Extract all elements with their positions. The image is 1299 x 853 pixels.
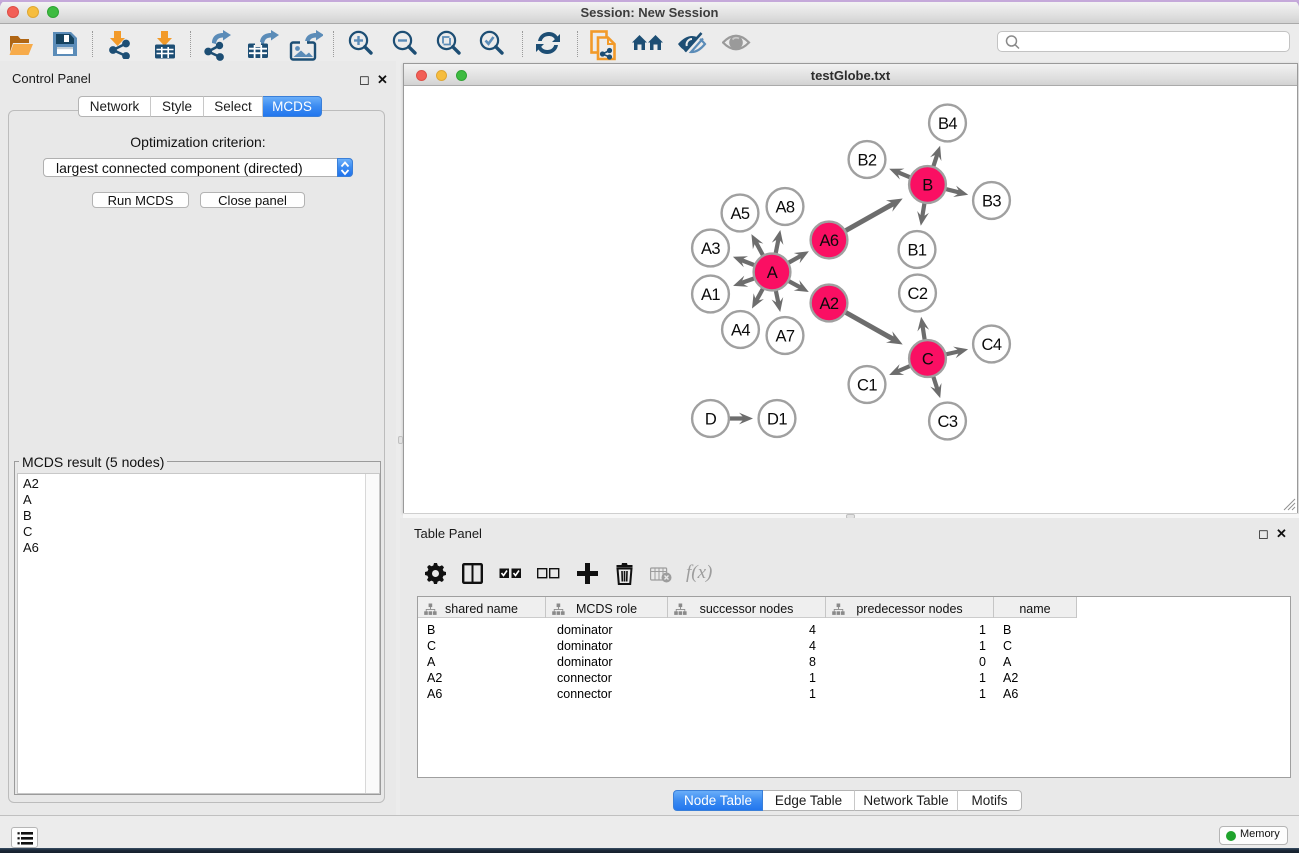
svg-text:B: B	[922, 176, 933, 194]
svg-text:B2: B2	[858, 151, 877, 169]
svg-text:C1: C1	[857, 376, 877, 394]
svg-text:C2: C2	[908, 285, 928, 303]
svg-text:C4: C4	[982, 336, 1002, 354]
svg-text:C3: C3	[938, 413, 958, 431]
svg-text:A3: A3	[701, 240, 720, 258]
svg-text:A: A	[767, 264, 778, 282]
svg-text:A2: A2	[820, 295, 839, 313]
svg-text:A4: A4	[731, 321, 750, 339]
svg-text:A6: A6	[820, 232, 839, 250]
svg-text:B1: B1	[908, 241, 927, 259]
svg-text:A1: A1	[701, 286, 720, 304]
svg-text:A5: A5	[731, 205, 750, 223]
svg-text:C: C	[922, 350, 934, 368]
svg-text:D1: D1	[767, 410, 787, 428]
svg-text:A8: A8	[776, 198, 795, 216]
svg-text:B3: B3	[982, 192, 1001, 210]
svg-text:A7: A7	[776, 327, 795, 345]
svg-text:D: D	[705, 410, 717, 428]
svg-text:B4: B4	[938, 115, 957, 133]
svg-text:f(x): f(x)	[686, 562, 712, 583]
